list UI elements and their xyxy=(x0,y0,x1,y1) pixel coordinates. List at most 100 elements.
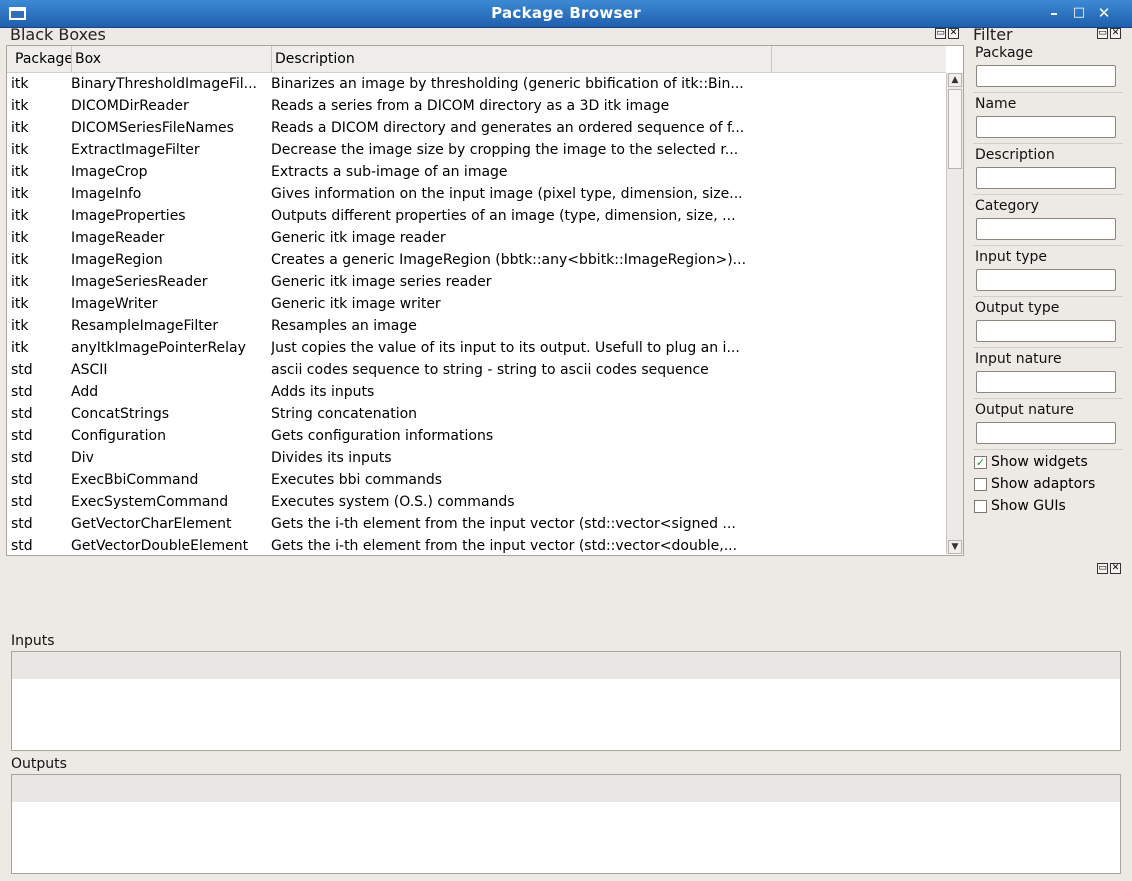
filter-input-input-nature[interactable] xyxy=(976,371,1116,393)
table-row[interactable]: itk anyItkImagePointerRelay Just copies th… xyxy=(7,337,945,359)
row-box: DICOMSeriesFileNames xyxy=(71,120,234,136)
row-description: Extracts a sub-image of an image xyxy=(271,164,508,180)
checkbox-empty-icon[interactable] xyxy=(974,500,987,513)
row-package: itk xyxy=(11,340,29,356)
table-row[interactable]: itk ExtractImageFilter Decrease the image … xyxy=(7,139,945,161)
vertical-scrollbar[interactable]: ▲ ▼ xyxy=(946,73,963,554)
row-package: std xyxy=(11,450,33,466)
row-box: ExtractImageFilter xyxy=(71,142,200,158)
row-description: ascii codes sequence to string - string … xyxy=(271,362,709,378)
filter-input-output-nature[interactable] xyxy=(976,422,1116,444)
table-header: Package Box Description xyxy=(7,46,946,73)
row-package: std xyxy=(11,428,33,444)
table-row[interactable]: std ConcatStrings String concatenation xyxy=(7,403,945,425)
filter-separator xyxy=(973,347,1123,348)
row-description: Executes system (O.S.) commands xyxy=(271,494,515,510)
table-row[interactable]: std Div Divides its inputs xyxy=(7,447,945,469)
table-row[interactable]: std ASCII ascii codes sequence to string -… xyxy=(7,359,945,381)
table-row[interactable]: std ExecSystemCommand Executes system (O.S… xyxy=(7,491,945,513)
row-box: ConcatStrings xyxy=(71,406,170,422)
table-row[interactable]: itk BinaryThresholdImageFil... Binarizes a… xyxy=(7,73,945,95)
table-row[interactable]: std GetVectorDoubleElement Gets the i-th e… xyxy=(7,535,945,554)
table-row[interactable]: itk DICOMDirReader Reads a series from a D… xyxy=(7,95,945,117)
filter-separator xyxy=(973,194,1123,195)
table-row[interactable]: std Configuration Gets configuration infor… xyxy=(7,425,945,447)
inputs-table[interactable] xyxy=(11,651,1121,751)
filter-separator xyxy=(973,143,1123,144)
filter-input-input-type[interactable] xyxy=(976,269,1116,291)
outputs-table-header xyxy=(12,775,1120,802)
table-row[interactable]: itk ImageCrop Extracts a sub-image of an i… xyxy=(7,161,945,183)
column-header-package[interactable]: Package xyxy=(11,46,72,72)
table-row[interactable]: itk ImageProperties Outputs different prop… xyxy=(7,205,945,227)
row-package: itk xyxy=(11,186,29,202)
filter-label-description: Description xyxy=(975,147,1055,163)
table-row[interactable]: std GetVectorCharElement Gets the i-th ele… xyxy=(7,513,945,535)
table-row[interactable]: std Add Adds its inputs xyxy=(7,381,945,403)
row-package: std xyxy=(11,384,33,400)
maximize-button[interactable]: □ xyxy=(1067,2,1091,24)
close-button[interactable]: ✕ xyxy=(1092,2,1116,24)
table-row[interactable]: itk ImageWriter Generic itk image writer xyxy=(7,293,945,315)
filter-input-description[interactable] xyxy=(976,167,1116,189)
float-dock-icon[interactable]: ▭ xyxy=(1097,28,1108,39)
blackboxes-dock-title: Black Boxes xyxy=(10,25,106,44)
row-description: String concatenation xyxy=(271,406,418,422)
row-description: Just copies the value of its input to it… xyxy=(271,340,740,356)
row-description: Gets configuration informations xyxy=(271,428,494,444)
outputs-label: Outputs xyxy=(11,756,67,772)
row-package: itk xyxy=(11,252,29,268)
row-description: Divides its inputs xyxy=(271,450,392,466)
filter-input-output-type[interactable] xyxy=(976,320,1116,342)
filter-separator xyxy=(973,245,1123,246)
column-header-description[interactable]: Description xyxy=(271,46,772,72)
row-package: std xyxy=(11,538,33,554)
scroll-down-icon[interactable]: ▼ xyxy=(948,540,962,554)
float-dock-icon[interactable]: ▭ xyxy=(935,28,946,39)
filter-label-input-type: Input type xyxy=(975,249,1047,265)
row-box: BinaryThresholdImageFil... xyxy=(71,76,257,92)
outputs-table[interactable] xyxy=(11,774,1121,874)
row-description: Gets the i-th element from the input vec… xyxy=(271,516,736,532)
filter-input-package[interactable] xyxy=(976,65,1116,87)
table-row[interactable]: itk ImageReader Generic itk image reader xyxy=(7,227,945,249)
filter-separator xyxy=(973,296,1123,297)
scroll-up-icon[interactable]: ▲ xyxy=(948,73,962,87)
checkmark-icon[interactable]: ✓ xyxy=(974,456,987,469)
inputs-table-header xyxy=(12,652,1120,679)
table-row[interactable]: itk ResampleImageFilter Resamples an image xyxy=(7,315,945,337)
row-box: Configuration xyxy=(71,428,166,444)
row-package: itk xyxy=(11,230,29,246)
table-row[interactable]: itk ImageSeriesReader Generic itk image se… xyxy=(7,271,945,293)
filter-separator xyxy=(973,92,1123,93)
table-body: itk BinaryThresholdImageFil... Binarizes a… xyxy=(7,73,945,554)
row-description: Creates a generic ImageRegion (bbtk::any… xyxy=(271,252,747,268)
minimize-button[interactable]: – xyxy=(1042,2,1066,24)
table-row[interactable]: itk ImageInfo Gives information on the inp… xyxy=(7,183,945,205)
table-row[interactable]: itk ImageRegion Creates a generic ImageReg… xyxy=(7,249,945,271)
row-box: Add xyxy=(71,384,99,400)
title-bar[interactable]: Package Browser – □ ✕ xyxy=(0,0,1132,28)
checkbox-label: Show GUIs xyxy=(991,498,1066,514)
table-row[interactable]: itk DICOMSeriesFileNames Reads a DICOM dir… xyxy=(7,117,945,139)
close-dock-icon[interactable]: ✕ xyxy=(1110,28,1121,39)
blackboxes-table[interactable]: Package Box Description itk BinaryThresho… xyxy=(6,45,964,556)
filter-input-category[interactable] xyxy=(976,218,1116,240)
row-box: DICOMDirReader xyxy=(71,98,189,114)
box-details-panel: Inputs Outputs xyxy=(6,560,1126,878)
filter-label-output-nature: Output nature xyxy=(975,402,1074,418)
row-package: itk xyxy=(11,76,29,92)
row-box: anyItkImagePointerRelay xyxy=(71,340,246,356)
row-description: Outputs different properties of an image… xyxy=(271,208,736,224)
scroll-thumb[interactable] xyxy=(948,89,962,169)
column-header-box[interactable]: Box xyxy=(71,46,272,72)
row-package: itk xyxy=(11,318,29,334)
filter-input-name[interactable] xyxy=(976,116,1116,138)
close-dock-icon[interactable]: ✕ xyxy=(948,28,959,39)
checkbox-label: Show widgets xyxy=(991,454,1088,470)
checkbox-empty-icon[interactable] xyxy=(974,478,987,491)
row-box: ImageReader xyxy=(71,230,165,246)
filter-label-package: Package xyxy=(975,45,1034,61)
row-description: Generic itk image writer xyxy=(271,296,441,312)
table-row[interactable]: std ExecBbiCommand Executes bbi commands xyxy=(7,469,945,491)
